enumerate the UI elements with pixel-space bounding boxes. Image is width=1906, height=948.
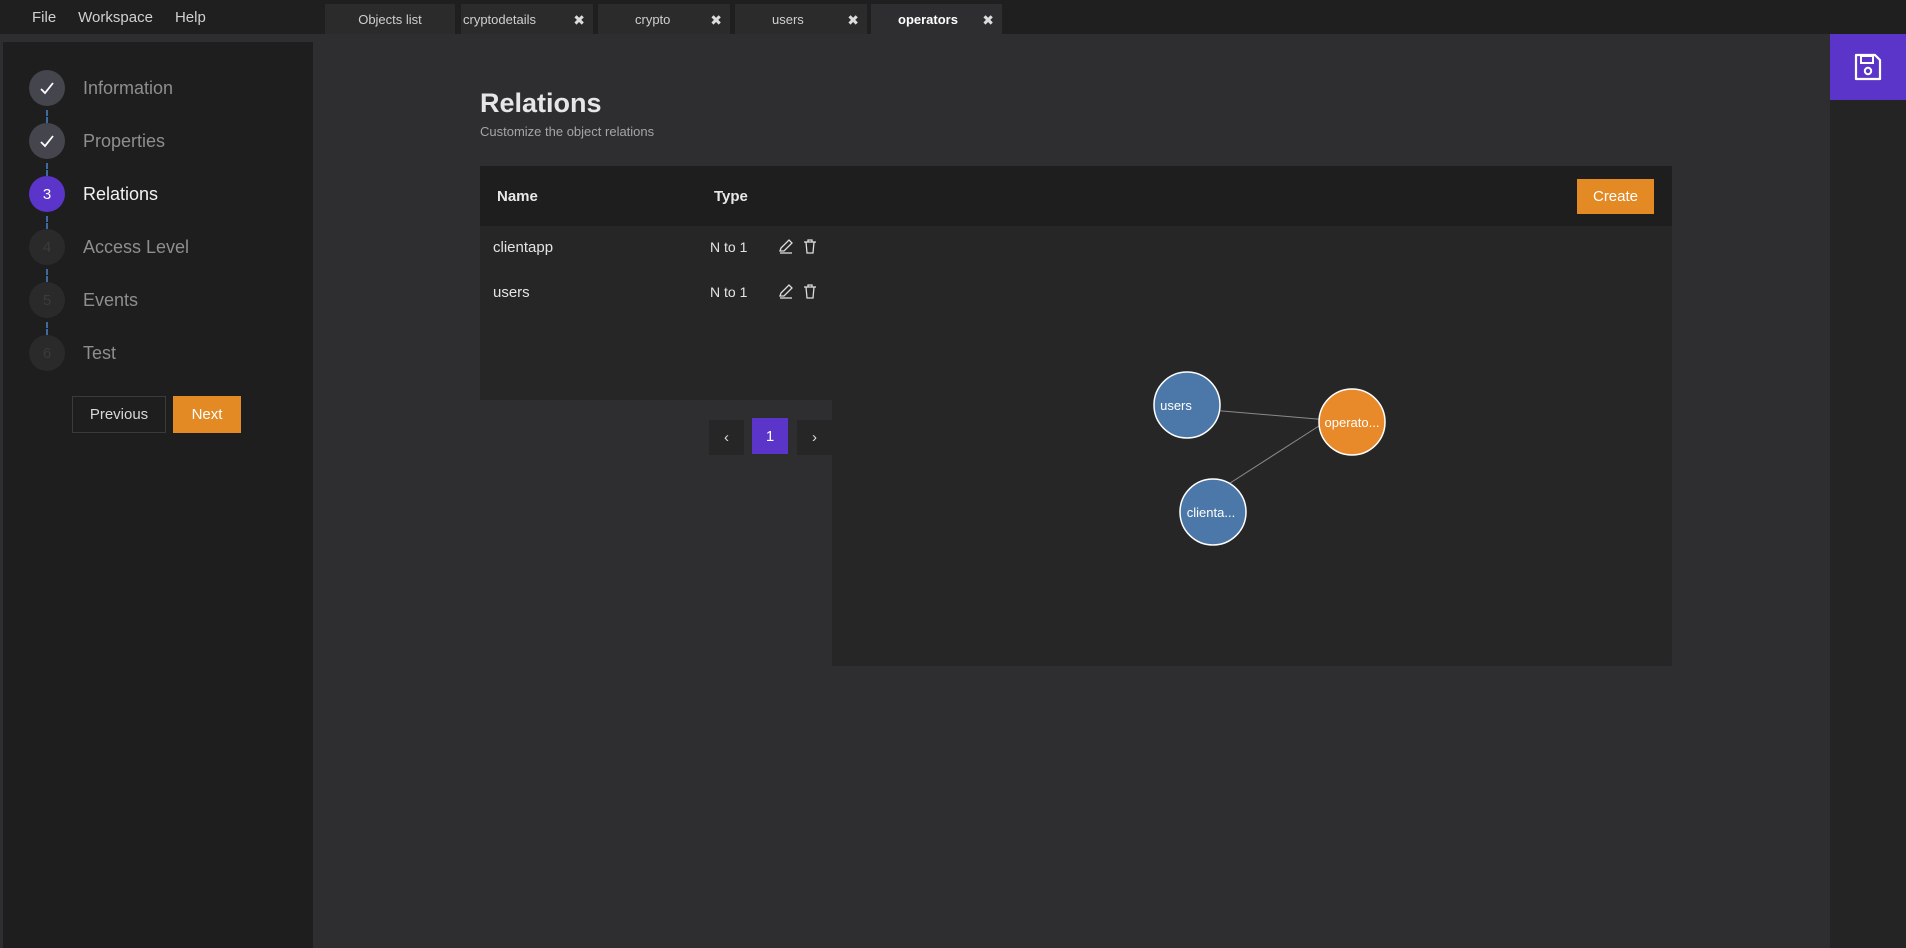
graph-node-label: operato...: [1325, 415, 1380, 430]
page-title: Relations: [480, 88, 602, 118]
step-properties[interactable]: Properties: [29, 123, 165, 159]
graph-node-clientapp[interactable]: clienta...: [1179, 478, 1247, 546]
relation-type: N to 1: [710, 239, 748, 255]
tab-label: Objects list: [358, 11, 422, 27]
tab-operators[interactable]: operators ✖: [871, 4, 1002, 34]
tab-label: cryptodetails: [463, 11, 536, 27]
step-label: Test: [83, 342, 117, 363]
graph-node-users[interactable]: users: [1153, 371, 1221, 439]
close-icon[interactable]: ✖: [847, 12, 859, 29]
step-indicator: [29, 123, 65, 159]
step-information[interactable]: Information: [29, 70, 173, 106]
step-indicator: [29, 70, 65, 106]
relation-type: N to 1: [710, 284, 748, 300]
tab-label: crypto: [635, 11, 671, 27]
right-toolbar: [1830, 34, 1906, 948]
tab-cryptodetails[interactable]: cryptodetails ✖: [461, 4, 593, 34]
page-subtitle: Customize the object relations: [480, 124, 655, 139]
step-relations[interactable]: 3 Relations: [29, 176, 158, 212]
previous-button[interactable]: Previous: [72, 396, 166, 433]
step-test[interactable]: 6 Test: [29, 335, 116, 371]
relation-graph: users operato... clienta...: [1153, 371, 1386, 546]
save-icon: [1854, 53, 1882, 81]
step-access-level[interactable]: 4 Access Level: [29, 229, 189, 265]
relation-name: users: [493, 284, 530, 301]
step-label: Access Level: [83, 236, 190, 257]
tab-label: users: [772, 11, 804, 27]
tab-crypto[interactable]: crypto ✖: [598, 4, 730, 34]
graph-node-label: users: [1160, 398, 1192, 413]
pagination-next-button[interactable]: ›: [797, 420, 832, 455]
table-row[interactable]: users N to 1: [480, 271, 832, 311]
trash-icon[interactable]: [802, 283, 818, 299]
step-number: 3: [29, 176, 65, 212]
save-button[interactable]: [1830, 34, 1906, 100]
step-number: 6: [29, 335, 65, 371]
trash-icon[interactable]: [802, 238, 818, 254]
wizard-sidebar: Information Properties 3 Relations 4 Acc…: [3, 42, 313, 948]
step-label: Properties: [83, 130, 166, 151]
menu-help[interactable]: Help: [175, 9, 206, 26]
step-label: Relations: [83, 183, 159, 204]
next-button[interactable]: Next: [173, 396, 241, 433]
pagination-prev-button[interactable]: ‹: [709, 420, 744, 455]
close-icon[interactable]: ✖: [982, 12, 994, 29]
create-relation-button[interactable]: Create: [1577, 179, 1654, 214]
edit-icon[interactable]: [778, 238, 794, 254]
tab-users[interactable]: users ✖: [735, 4, 867, 34]
step-events[interactable]: 5 Events: [29, 282, 138, 318]
relation-name: clientapp: [493, 239, 554, 256]
step-number: 4: [29, 229, 65, 265]
graph-node-label: clienta...: [1187, 505, 1235, 520]
close-icon[interactable]: ✖: [710, 12, 722, 29]
pagination-page-button[interactable]: 1: [752, 418, 788, 454]
table-row[interactable]: clientapp N to 1: [480, 226, 832, 266]
relations-table-header: Name Type: [480, 166, 1672, 226]
tab-label: operators: [898, 11, 958, 27]
menu-file[interactable]: File: [32, 9, 56, 26]
close-icon[interactable]: ✖: [573, 12, 585, 29]
check-icon: [40, 82, 54, 95]
check-icon: [40, 135, 54, 148]
edit-icon[interactable]: [778, 283, 794, 299]
relation-graph-panel: users operato... clienta...: [832, 226, 1672, 666]
step-label: Events: [83, 289, 139, 310]
step-label: Information: [83, 77, 174, 98]
step-number: 5: [29, 282, 65, 318]
menu-workspace[interactable]: Workspace: [78, 9, 153, 26]
top-bar: File Workspace Help Objects list cryptod…: [0, 0, 1906, 34]
graph-node-operators[interactable]: operato...: [1318, 388, 1386, 456]
relations-table-body: clientapp N to 1 users N to 1: [480, 226, 832, 400]
tab-objects-list[interactable]: Objects list: [325, 4, 455, 34]
column-header-name: Name: [497, 188, 538, 205]
menu-bar: File Workspace Help: [32, 9, 206, 26]
column-header-type: Type: [714, 188, 748, 205]
